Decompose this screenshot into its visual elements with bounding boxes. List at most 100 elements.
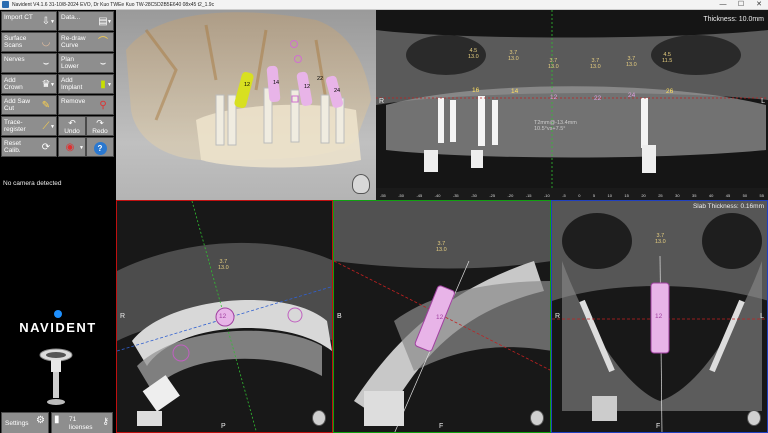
dongle-icon: ▮ (54, 414, 60, 425)
remove-label: Remove (61, 98, 86, 105)
trace-register-label: Trace-register (4, 119, 26, 133)
view-3d[interactable]: 12 14 12 22 24 (116, 10, 376, 200)
implant-spec: 3.7 13.0 (508, 50, 519, 62)
nerves-label: Nerves (4, 56, 25, 63)
add-crown-button[interactable]: Add Crown ♛ ▼ (1, 74, 57, 94)
redo-label: Redo (92, 128, 108, 135)
add-saw-cut-label: Add Saw Cut (4, 98, 31, 112)
sagittal-view[interactable]: 3.7 13.0 12 B F (333, 200, 551, 433)
implant-number: 14 (511, 88, 519, 95)
reset-calib-label: Reset Calib. (4, 140, 21, 154)
title-bar: Navident V4.1.6 31-10/8-2024 EVO, Dr Kuo… (0, 0, 768, 10)
head-orientation-icon[interactable] (352, 174, 370, 194)
skull-3d-render (126, 12, 371, 168)
settings-label: Settings (5, 420, 29, 427)
import-ct-label: Import CT (4, 14, 33, 21)
implant-number: 24 (628, 92, 636, 99)
settings-button[interactable]: Settings ⚙ (1, 412, 49, 433)
plan-lower-button[interactable]: Plan Lower ⌣ (58, 53, 114, 73)
licenses-button[interactable]: ▮ 71 licenses ⚷ (51, 412, 113, 433)
saw-icon: ✎ (41, 100, 51, 111)
remove-button[interactable]: Remove ⚲ (58, 95, 114, 115)
app-icon (2, 1, 9, 8)
help-button[interactable]: ? (86, 137, 114, 157)
navident-logo: NAVIDENT (6, 310, 110, 335)
camera-status: No camera detected (3, 180, 62, 187)
view-mode-button[interactable]: ◉ ▼ (58, 137, 86, 157)
logo-text: NAVIDENT (19, 320, 97, 335)
implant-spec: 3.7 13.0 (655, 233, 666, 245)
panorama-right-label: L (761, 98, 765, 105)
implant-number: 12 (655, 313, 663, 320)
slab-thickness-readout: Slab Thickness: 0.16mm (692, 203, 764, 210)
gear-icon: ⚙ (36, 415, 45, 426)
refresh-icon: ⟳ (41, 142, 51, 153)
curve-icon: ⌒ (98, 37, 108, 48)
implant-number: 22 (594, 95, 602, 102)
minimize-button[interactable]: — (714, 0, 732, 10)
redo-icon: ↷ (96, 118, 104, 128)
tracker-device-icon (39, 348, 73, 405)
jaw-icon: ⌣ (42, 58, 50, 69)
data-button[interactable]: Data... ▤ ▼ (58, 11, 114, 31)
implant-spec: 3.7 13.0 (590, 58, 601, 70)
redraw-curve-button[interactable]: Re-draw Curve ⌒ (58, 32, 114, 52)
help-icon: ? (93, 142, 107, 155)
trace-register-button[interactable]: Trace-register ⟋ ▼ (1, 116, 57, 136)
mandible-icon: ⌣ (99, 58, 107, 69)
panoramic-view[interactable]: Thickness: 10.0mm R L 4.5 13.0 16 3.7 13.0… (376, 10, 768, 200)
window-title: Navident V4.1.6 31-10/8-2024 EVO, Dr Kuo… (12, 1, 215, 8)
surface-scans-label: Surface Scans (4, 35, 27, 49)
panoramic-image (376, 10, 768, 200)
add-crown-label: Add Crown (4, 77, 23, 91)
implant-spec: 3.7 13.0 (626, 56, 637, 68)
implant-spec: 4.5 11.5 (662, 52, 673, 64)
undo-label: Undo (64, 128, 80, 135)
axial-view[interactable]: 3.7 13.0 12 R P (116, 200, 333, 433)
undo-icon: ↶ (68, 118, 76, 128)
reset-calib-button[interactable]: Reset Calib. ⟳ (1, 137, 57, 157)
maximize-button[interactable]: ☐ (732, 0, 750, 10)
implant-number: 16 (472, 87, 480, 94)
undo-button[interactable]: ↶ Undo (58, 116, 86, 136)
head-orientation-icon[interactable] (747, 410, 761, 426)
implant-spec: 3.7 13.0 (548, 58, 559, 70)
coronal-bottom-label: F (656, 423, 661, 430)
data-label: Data... (61, 14, 81, 21)
surface-scans-button[interactable]: Surface Scans ◡ (1, 32, 57, 52)
licenses-count: 71 (69, 416, 77, 423)
head-orientation-icon[interactable] (530, 410, 544, 426)
thickness-readout: Thickness: 10.0mm (703, 16, 764, 23)
add-implant-button[interactable]: Add Implant ▮ ▼ (58, 74, 114, 94)
implant-label-3d: 12 (304, 84, 311, 90)
left-toolbar: Import CT ⇩ ▼ Data... ▤ ▼ Surface Scans ◡ … (0, 10, 116, 433)
navident-app: Navident V4.1.6 31-10/8-2024 EVO, Dr Kuo… (0, 0, 768, 433)
implant-label-3d: 24 (334, 88, 341, 94)
coronal-view[interactable]: Slab Thickness: 0.16mm 3.7 13.0 12 R L F (551, 200, 768, 433)
implant-spec: 3.7 13.0 (218, 259, 229, 271)
import-ct-button[interactable]: Import CT ⇩ ▼ (1, 11, 57, 31)
close-button[interactable]: ✕ (750, 0, 768, 10)
redo-button[interactable]: ↷ Redo (86, 116, 114, 136)
licenses-label: licenses (69, 424, 93, 431)
implant-number: 26 (666, 88, 674, 95)
redraw-curve-label: Re-draw Curve (61, 35, 86, 49)
panorama-ruler: -55 -50 -45 -40 -35 -30 -25 -20 -15 -10 -5 0 5 10 15 20… (380, 193, 764, 198)
implant-number: 12 (219, 313, 227, 320)
arch-icon: ◡ (41, 37, 51, 48)
axial-left-label: R (120, 313, 126, 320)
implant-number: 12 (550, 94, 558, 101)
sagittal-left-label: B (337, 313, 342, 320)
implant-spec: 3.7 13.0 (436, 241, 447, 253)
logo-mark-icon (54, 310, 62, 318)
axial-bottom-label: P (221, 423, 226, 430)
angle-measurement: T2mm@-13.4mm 10.5°vs+7.5° (534, 120, 577, 132)
add-saw-cut-button[interactable]: Add Saw Cut ✎ (1, 95, 57, 115)
key-icon: ⚷ (102, 416, 109, 426)
head-orientation-icon[interactable] (312, 410, 326, 426)
implant-spec: 4.5 13.0 (468, 48, 479, 60)
nerves-button[interactable]: Nerves ⌣ (1, 53, 57, 73)
coronal-left-label: R (555, 313, 561, 320)
plan-lower-label: Plan Lower (61, 56, 79, 70)
add-implant-label: Add Implant (61, 77, 83, 91)
